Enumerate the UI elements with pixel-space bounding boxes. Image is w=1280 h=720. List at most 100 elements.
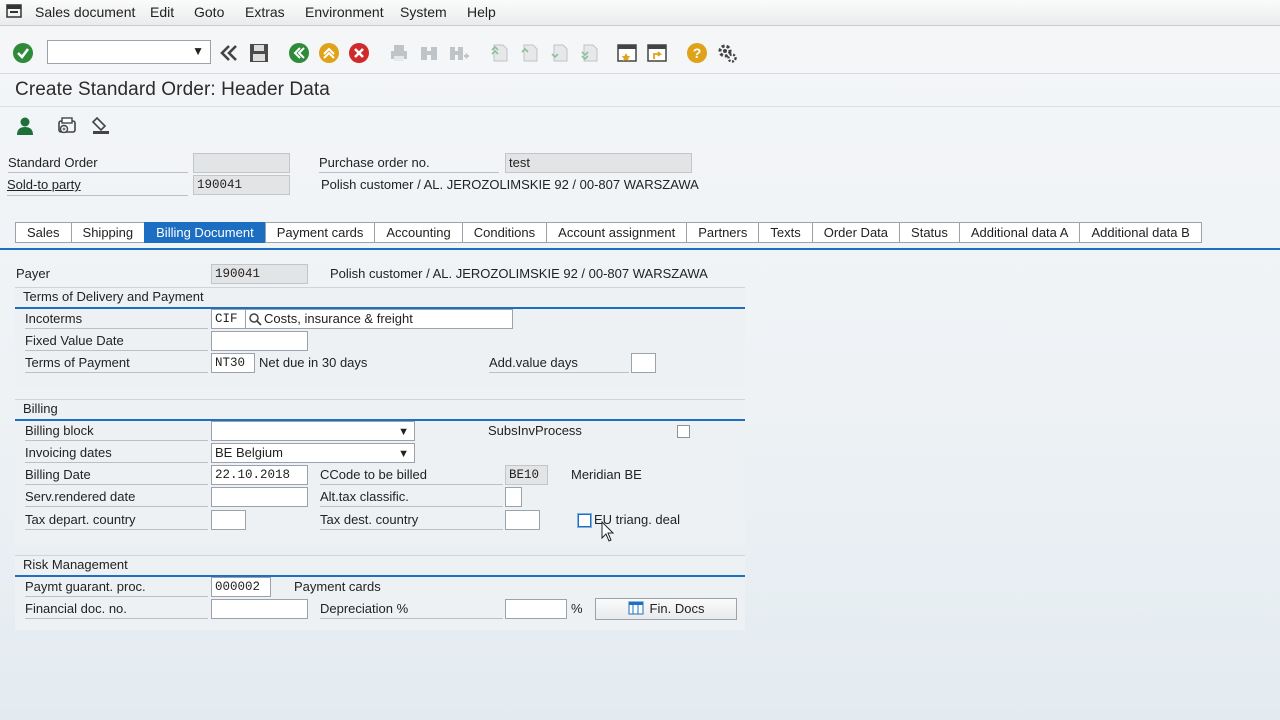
menu-extras[interactable]: Extras bbox=[245, 4, 285, 20]
paymt-guarant-description: Payment cards bbox=[294, 579, 381, 594]
enter-icon[interactable] bbox=[12, 42, 34, 64]
chevron-down-icon[interactable]: ▼ bbox=[398, 423, 409, 440]
standard-order-field[interactable] bbox=[193, 153, 290, 173]
shortcut-icon[interactable] bbox=[646, 42, 668, 64]
chevron-down-icon[interactable]: ▼ bbox=[192, 44, 204, 58]
incoterms-location-field[interactable]: Costs, insurance & freight bbox=[264, 309, 513, 329]
payer-label: Payer bbox=[16, 266, 50, 281]
tab-order-data[interactable]: Order Data bbox=[811, 222, 900, 243]
subs-inv-process-checkbox[interactable] bbox=[677, 425, 690, 438]
sign-document-icon[interactable] bbox=[90, 115, 112, 137]
fin-docs-label: Fin. Docs bbox=[649, 601, 705, 616]
prev-page-icon[interactable] bbox=[518, 42, 540, 64]
menu-goto[interactable]: Goto bbox=[194, 4, 224, 20]
menu-sales-document[interactable]: Sales document bbox=[35, 4, 135, 20]
menu-help[interactable]: Help bbox=[467, 4, 496, 20]
tab-payment-cards[interactable]: Payment cards bbox=[264, 222, 375, 243]
customize-icon[interactable] bbox=[716, 42, 738, 64]
tab-texts[interactable]: Texts bbox=[758, 222, 812, 243]
billing-date-label: Billing Date bbox=[25, 465, 208, 485]
find-next-icon[interactable] bbox=[448, 42, 470, 64]
new-session-icon[interactable] bbox=[616, 42, 638, 64]
standard-order-label: Standard Order bbox=[8, 153, 188, 173]
last-page-icon[interactable] bbox=[578, 42, 600, 64]
terms-of-payment-label: Terms of Payment bbox=[25, 353, 208, 373]
page-title: Create Standard Order: Header Data bbox=[15, 79, 330, 100]
search-help-button[interactable] bbox=[245, 309, 265, 329]
menu-environment[interactable]: Environment bbox=[305, 4, 384, 20]
alt-tax-classific-label: Alt.tax classific. bbox=[320, 487, 503, 507]
standard-toolbar: ▼ ? bbox=[0, 34, 1280, 74]
group-title-risk: Risk Management bbox=[23, 557, 128, 572]
tab-account-assignment[interactable]: Account assignment bbox=[546, 222, 687, 243]
sold-to-party-field[interactable]: 190041 bbox=[193, 175, 290, 195]
purchase-order-label: Purchase order no. bbox=[319, 153, 499, 173]
tax-dest-country-field[interactable] bbox=[505, 510, 540, 530]
command-field[interactable]: ▼ bbox=[47, 40, 211, 64]
ccode-billed-label: CCode to be billed bbox=[320, 465, 503, 485]
billing-block-label: Billing block bbox=[25, 421, 208, 441]
mouse-cursor-icon bbox=[601, 521, 615, 542]
invoicing-dates-value: BE Belgium bbox=[215, 445, 283, 460]
tab-billing-document[interactable]: Billing Document bbox=[144, 222, 265, 243]
help-icon[interactable]: ? bbox=[686, 42, 708, 64]
payer-field[interactable]: 190041 bbox=[211, 264, 308, 284]
tab-partners[interactable]: Partners bbox=[686, 222, 759, 243]
incoterms-label: Incoterms bbox=[25, 309, 208, 329]
fixed-value-date-field[interactable] bbox=[211, 331, 308, 351]
sold-to-party-description: Polish customer / AL. JEROZOLIMSKIE 92 /… bbox=[321, 177, 699, 192]
tab-status[interactable]: Status bbox=[899, 222, 959, 243]
tab-additional-data-b[interactable]: Additional data B bbox=[1079, 222, 1202, 243]
financial-doc-field[interactable] bbox=[211, 599, 308, 619]
fin-docs-button[interactable]: Fin. Docs bbox=[595, 598, 737, 620]
tab-underline bbox=[0, 248, 1280, 250]
incoterms-field[interactable]: CIF bbox=[211, 309, 246, 329]
alt-tax-classific-field[interactable] bbox=[505, 487, 522, 507]
partner-icon[interactable] bbox=[14, 115, 36, 137]
tab-conditions[interactable]: Conditions bbox=[461, 222, 547, 243]
chevron-down-icon[interactable]: ▼ bbox=[398, 445, 409, 462]
paymt-guarant-field[interactable]: 000002 bbox=[211, 577, 271, 597]
next-page-icon[interactable] bbox=[548, 42, 570, 64]
financial-doc-label: Financial doc. no. bbox=[25, 599, 208, 619]
tab-shipping[interactable]: Shipping bbox=[70, 222, 145, 243]
add-value-days-label: Add.value days bbox=[489, 353, 629, 373]
svg-text:?: ? bbox=[693, 45, 702, 61]
tab-sales[interactable]: Sales bbox=[15, 222, 71, 243]
ccode-billed-field[interactable]: BE10 bbox=[505, 465, 548, 485]
billing-date-field[interactable]: 22.10.2018 bbox=[211, 465, 308, 485]
tab-strip: Sales Shipping Billing Document Payment … bbox=[15, 222, 1202, 243]
system-menu-icon[interactable] bbox=[6, 4, 22, 18]
tab-accounting[interactable]: Accounting bbox=[374, 222, 462, 243]
purchase-order-field[interactable]: test bbox=[505, 153, 692, 173]
print-icon[interactable] bbox=[388, 42, 410, 64]
fixed-value-date-label: Fixed Value Date bbox=[25, 331, 208, 351]
cancel-icon[interactable] bbox=[348, 42, 370, 64]
serv-rendered-date-field[interactable] bbox=[211, 487, 308, 507]
back-icon[interactable] bbox=[218, 42, 240, 64]
tax-depart-country-field[interactable] bbox=[211, 510, 246, 530]
menu-edit[interactable]: Edit bbox=[150, 4, 174, 20]
terms-of-payment-description: Net due in 30 days bbox=[259, 355, 368, 370]
save-icon[interactable] bbox=[248, 42, 270, 64]
first-page-icon[interactable] bbox=[488, 42, 510, 64]
add-value-days-field[interactable] bbox=[631, 353, 656, 373]
payer-description: Polish customer / AL. JEROZOLIMSKIE 92 /… bbox=[330, 266, 708, 281]
menu-system[interactable]: System bbox=[400, 4, 447, 20]
display-document-flow-icon[interactable] bbox=[56, 115, 78, 137]
back-green-icon[interactable] bbox=[288, 42, 310, 64]
group-title-billing: Billing bbox=[23, 401, 58, 416]
find-icon[interactable] bbox=[418, 42, 440, 64]
invoicing-dates-label: Invoicing dates bbox=[25, 443, 208, 463]
depreciation-field[interactable] bbox=[505, 599, 567, 619]
billing-block-dropdown[interactable]: ▼ bbox=[211, 421, 415, 441]
percent-sign: % bbox=[571, 601, 583, 616]
sold-to-party-label[interactable]: Sold-to party bbox=[7, 175, 81, 195]
sold-to-underline bbox=[7, 195, 188, 196]
invoicing-dates-dropdown[interactable]: BE Belgium ▼ bbox=[211, 443, 415, 463]
exit-icon[interactable] bbox=[318, 42, 340, 64]
eu-triang-deal-checkbox[interactable] bbox=[578, 514, 591, 527]
depreciation-label: Depreciation % bbox=[320, 599, 503, 619]
terms-of-payment-field[interactable]: NT30 bbox=[211, 353, 255, 373]
tab-additional-data-a[interactable]: Additional data A bbox=[958, 222, 1080, 243]
